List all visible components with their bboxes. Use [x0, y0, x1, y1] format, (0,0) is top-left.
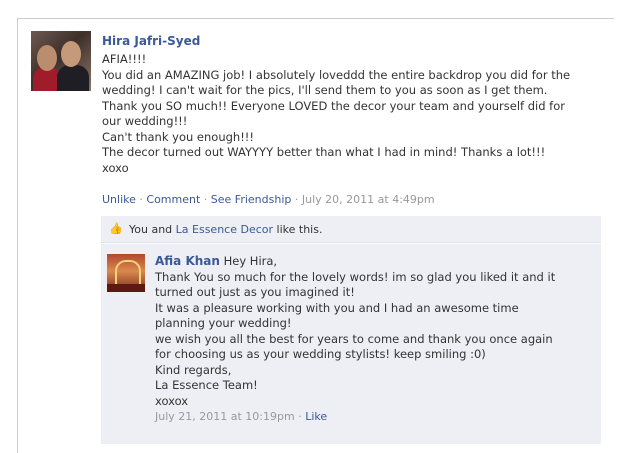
poster-name-link[interactable]: Hira Jafri-Syed	[102, 34, 200, 48]
see-friendship-link[interactable]: See Friendship	[211, 193, 292, 206]
post-line: The decor turned out WAYYYY better than …	[102, 145, 546, 159]
comment-line: we wish you all the best for years to co…	[155, 331, 553, 346]
comment-meta: July 21, 2011 at 10:19pm · Like	[155, 409, 595, 425]
comment-line: xoxox	[155, 393, 189, 408]
post-line: You did an AMAZING job! I absolutely lov…	[102, 67, 571, 82]
comment-line: It was a pleasure working with you and I…	[155, 300, 519, 315]
separator-dot: ·	[294, 410, 306, 423]
comment-line: planning your wedding!	[155, 316, 292, 330]
separator-dot: ·	[203, 193, 211, 206]
commenter-name-link[interactable]: Afia Khan	[155, 254, 220, 268]
post-body: AFIA!!!! You did an AMAZING job! I absol…	[102, 52, 582, 176]
likes-summary: You and La Essence Decor like this.	[129, 223, 322, 236]
separator-dot: ·	[294, 193, 302, 206]
poster-avatar[interactable]	[31, 31, 91, 91]
post-actions: Unlike · Comment · See Friendship · July…	[102, 193, 435, 206]
post-line: Thank you SO much!! Everyone LOVED the d…	[102, 98, 565, 113]
comment-line: Kind regards,	[155, 362, 232, 377]
post-line: Can't thank you enough!!!	[102, 129, 255, 144]
likes-bar: 👍 You and La Essence Decor like this.	[101, 216, 601, 243]
liker-page-link[interactable]: La Essence Decor	[176, 223, 273, 236]
comment-like-link[interactable]: Like	[305, 410, 327, 423]
comment-line: Hey Hira,	[223, 254, 278, 268]
comment-line: turned out just as you imagined it!	[155, 285, 355, 299]
comment-content: Afia Khan Hey Hira, Thank You so much fo…	[155, 254, 595, 425]
post-line: our wedding!!!	[102, 114, 188, 128]
post-line: xoxo	[102, 160, 129, 175]
post-timestamp[interactable]: July 20, 2011 at 4:49pm	[302, 193, 435, 206]
unlike-link[interactable]: Unlike	[102, 193, 136, 206]
comment-line: La Essence Team!	[155, 378, 258, 392]
post-line: wedding! I can't wait for the pics, I'll…	[102, 83, 548, 97]
comment-link[interactable]: Comment	[146, 193, 200, 206]
thumbs-up-icon: 👍	[109, 222, 123, 235]
likes-suffix: like this.	[273, 223, 323, 236]
comment-item: Afia Khan Hey Hira, Thank You so much fo…	[101, 244, 601, 444]
comment-line: for choosing us as your wedding stylists…	[155, 347, 486, 361]
comment-timestamp[interactable]: July 21, 2011 at 10:19pm	[155, 410, 295, 423]
comment-line: Thank You so much for the lovely words! …	[155, 269, 556, 284]
post-line: AFIA!!!!	[102, 52, 147, 66]
likes-you-and: You and	[129, 223, 176, 236]
commenter-avatar[interactable]	[107, 254, 145, 292]
